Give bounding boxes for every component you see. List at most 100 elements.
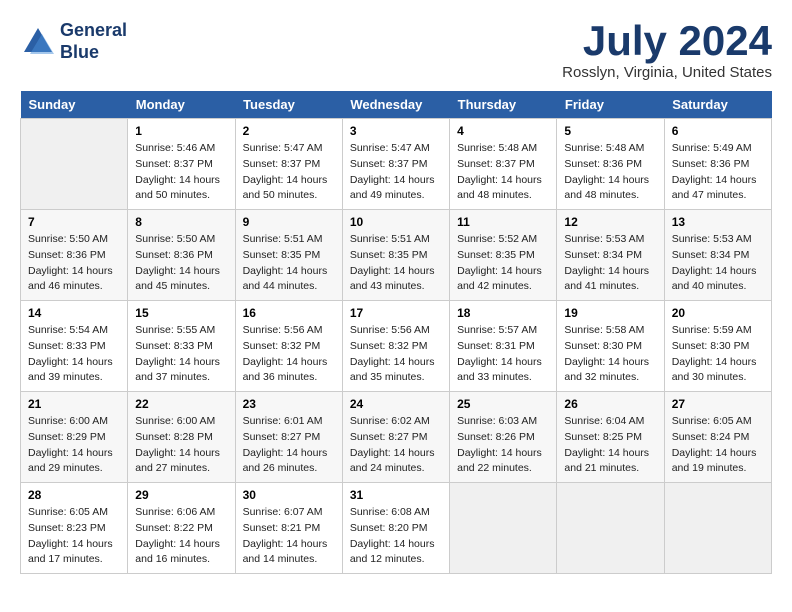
calendar-cell: 20 Sunrise: 5:59 AM Sunset: 8:30 PM Dayli…	[664, 301, 771, 392]
day-detail: Sunrise: 6:06 AM Sunset: 8:22 PM Dayligh…	[135, 505, 227, 568]
day-detail: Sunrise: 6:03 AM Sunset: 8:26 PM Dayligh…	[457, 414, 549, 477]
calendar-cell: 9 Sunrise: 5:51 AM Sunset: 8:35 PM Daylig…	[235, 210, 342, 301]
day-number: 3	[350, 124, 442, 138]
day-number: 10	[350, 215, 442, 229]
logo-text: General Blue	[60, 20, 127, 63]
day-detail: Sunrise: 5:50 AM Sunset: 8:36 PM Dayligh…	[135, 232, 227, 295]
logo-icon	[20, 24, 56, 60]
day-number: 29	[135, 488, 227, 502]
title-block: July 2024 Rosslyn, Virginia, United Stat…	[562, 20, 772, 81]
calendar-cell: 3 Sunrise: 5:47 AM Sunset: 8:37 PM Daylig…	[342, 119, 449, 210]
calendar-cell: 24 Sunrise: 6:02 AM Sunset: 8:27 PM Dayli…	[342, 392, 449, 483]
day-number: 21	[28, 397, 120, 411]
day-detail: Sunrise: 6:01 AM Sunset: 8:27 PM Dayligh…	[243, 414, 335, 477]
day-detail: Sunrise: 5:51 AM Sunset: 8:35 PM Dayligh…	[243, 232, 335, 295]
day-number: 14	[28, 306, 120, 320]
day-number: 6	[672, 124, 764, 138]
day-number: 4	[457, 124, 549, 138]
day-number: 25	[457, 397, 549, 411]
day-number: 26	[564, 397, 656, 411]
day-number: 13	[672, 215, 764, 229]
day-number: 15	[135, 306, 227, 320]
day-detail: Sunrise: 6:02 AM Sunset: 8:27 PM Dayligh…	[350, 414, 442, 477]
calendar-cell: 16Sunrise: 5:56 AM Sunset: 8:32 PM Dayli…	[235, 301, 342, 392]
day-number: 28	[28, 488, 120, 502]
header-saturday: Saturday	[664, 91, 771, 119]
calendar-table: SundayMondayTuesdayWednesdayThursdayFrid…	[20, 91, 772, 574]
day-detail: Sunrise: 5:49 AM Sunset: 8:36 PM Dayligh…	[672, 141, 764, 204]
day-detail: Sunrise: 5:59 AM Sunset: 8:30 PM Dayligh…	[672, 323, 764, 386]
day-number: 27	[672, 397, 764, 411]
week-row-5: 28 Sunrise: 6:05 AM Sunset: 8:23 PM Dayli…	[21, 483, 772, 574]
day-number: 31	[350, 488, 442, 502]
day-detail: Sunrise: 5:54 AM Sunset: 8:33 PM Dayligh…	[28, 323, 120, 386]
calendar-cell	[557, 483, 664, 574]
day-number: 17	[350, 306, 442, 320]
day-number: 20	[672, 306, 764, 320]
calendar-cell: 25 Sunrise: 6:03 AM Sunset: 8:26 PM Dayli…	[450, 392, 557, 483]
day-detail: Sunrise: 5:48 AM Sunset: 8:37 PM Dayligh…	[457, 141, 549, 204]
calendar-cell	[664, 483, 771, 574]
calendar-cell: 29 Sunrise: 6:06 AM Sunset: 8:22 PM Dayli…	[128, 483, 235, 574]
calendar-cell: 6 Sunrise: 5:49 AM Sunset: 8:36 PM Daylig…	[664, 119, 771, 210]
day-detail: Sunrise: 6:05 AM Sunset: 8:23 PM Dayligh…	[28, 505, 120, 568]
week-row-2: 7 Sunrise: 5:50 AM Sunset: 8:36 PM Daylig…	[21, 210, 772, 301]
calendar-header-row: SundayMondayTuesdayWednesdayThursdayFrid…	[21, 91, 772, 119]
day-detail: Sunrise: 6:08 AM Sunset: 8:20 PM Dayligh…	[350, 505, 442, 568]
day-detail: Sunrise: 6:05 AM Sunset: 8:24 PM Dayligh…	[672, 414, 764, 477]
calendar-cell: 19Sunrise: 5:58 AM Sunset: 8:30 PM Dayli…	[557, 301, 664, 392]
day-number: 30	[243, 488, 335, 502]
calendar-cell: 21 Sunrise: 6:00 AM Sunset: 8:29 PM Dayli…	[21, 392, 128, 483]
logo: General Blue	[20, 20, 127, 63]
page-header: General Blue July 2024 Rosslyn, Virginia…	[20, 20, 772, 81]
day-number: 5	[564, 124, 656, 138]
day-number: 12	[564, 215, 656, 229]
calendar-cell: 13 Sunrise: 5:53 AM Sunset: 8:34 PM Dayli…	[664, 210, 771, 301]
day-detail: Sunrise: 5:51 AM Sunset: 8:35 PM Dayligh…	[350, 232, 442, 295]
day-detail: Sunrise: 6:07 AM Sunset: 8:21 PM Dayligh…	[243, 505, 335, 568]
day-number: 7	[28, 215, 120, 229]
calendar-cell: 7Sunrise: 5:50 AM Sunset: 8:36 PM Daylig…	[21, 210, 128, 301]
header-wednesday: Wednesday	[342, 91, 449, 119]
week-row-4: 21 Sunrise: 6:00 AM Sunset: 8:29 PM Dayli…	[21, 392, 772, 483]
calendar-cell: 31 Sunrise: 6:08 AM Sunset: 8:20 PM Dayli…	[342, 483, 449, 574]
day-detail: Sunrise: 6:00 AM Sunset: 8:29 PM Dayligh…	[28, 414, 120, 477]
header-monday: Monday	[128, 91, 235, 119]
day-detail: Sunrise: 5:46 AM Sunset: 8:37 PM Dayligh…	[135, 141, 227, 204]
day-detail: Sunrise: 5:47 AM Sunset: 8:37 PM Dayligh…	[350, 141, 442, 204]
day-detail: Sunrise: 5:56 AM Sunset: 8:32 PM Dayligh…	[243, 323, 335, 386]
day-detail: Sunrise: 5:52 AM Sunset: 8:35 PM Dayligh…	[457, 232, 549, 295]
calendar-cell: 2Sunrise: 5:47 AM Sunset: 8:37 PM Daylig…	[235, 119, 342, 210]
day-detail: Sunrise: 5:53 AM Sunset: 8:34 PM Dayligh…	[564, 232, 656, 295]
calendar-cell: 12 Sunrise: 5:53 AM Sunset: 8:34 PM Dayli…	[557, 210, 664, 301]
calendar-cell: 28 Sunrise: 6:05 AM Sunset: 8:23 PM Dayli…	[21, 483, 128, 574]
calendar-cell: 18Sunrise: 5:57 AM Sunset: 8:31 PM Dayli…	[450, 301, 557, 392]
day-detail: Sunrise: 6:04 AM Sunset: 8:25 PM Dayligh…	[564, 414, 656, 477]
day-number: 19	[564, 306, 656, 320]
calendar-cell: 15 Sunrise: 5:55 AM Sunset: 8:33 PM Dayli…	[128, 301, 235, 392]
calendar-cell: 8Sunrise: 5:50 AM Sunset: 8:36 PM Daylig…	[128, 210, 235, 301]
header-friday: Friday	[557, 91, 664, 119]
header-tuesday: Tuesday	[235, 91, 342, 119]
day-detail: Sunrise: 5:53 AM Sunset: 8:34 PM Dayligh…	[672, 232, 764, 295]
day-number: 11	[457, 215, 549, 229]
header-thursday: Thursday	[450, 91, 557, 119]
calendar-cell	[21, 119, 128, 210]
calendar-cell: 26 Sunrise: 6:04 AM Sunset: 8:25 PM Dayli…	[557, 392, 664, 483]
day-number: 9	[243, 215, 335, 229]
day-detail: Sunrise: 6:00 AM Sunset: 8:28 PM Dayligh…	[135, 414, 227, 477]
calendar-cell: 10 Sunrise: 5:51 AM Sunset: 8:35 PM Dayli…	[342, 210, 449, 301]
calendar-cell: 30 Sunrise: 6:07 AM Sunset: 8:21 PM Dayli…	[235, 483, 342, 574]
day-number: 24	[350, 397, 442, 411]
calendar-cell: 23Sunrise: 6:01 AM Sunset: 8:27 PM Dayli…	[235, 392, 342, 483]
day-number: 18	[457, 306, 549, 320]
calendar-cell: 11 Sunrise: 5:52 AM Sunset: 8:35 PM Dayli…	[450, 210, 557, 301]
calendar-cell: 27 Sunrise: 6:05 AM Sunset: 8:24 PM Dayli…	[664, 392, 771, 483]
day-detail: Sunrise: 5:55 AM Sunset: 8:33 PM Dayligh…	[135, 323, 227, 386]
calendar-cell: 5Sunrise: 5:48 AM Sunset: 8:36 PM Daylig…	[557, 119, 664, 210]
header-sunday: Sunday	[21, 91, 128, 119]
calendar-cell: 22Sunrise: 6:00 AM Sunset: 8:28 PM Dayli…	[128, 392, 235, 483]
calendar-cell: 4 Sunrise: 5:48 AM Sunset: 8:37 PM Daylig…	[450, 119, 557, 210]
day-number: 2	[243, 124, 335, 138]
day-number: 1	[135, 124, 227, 138]
